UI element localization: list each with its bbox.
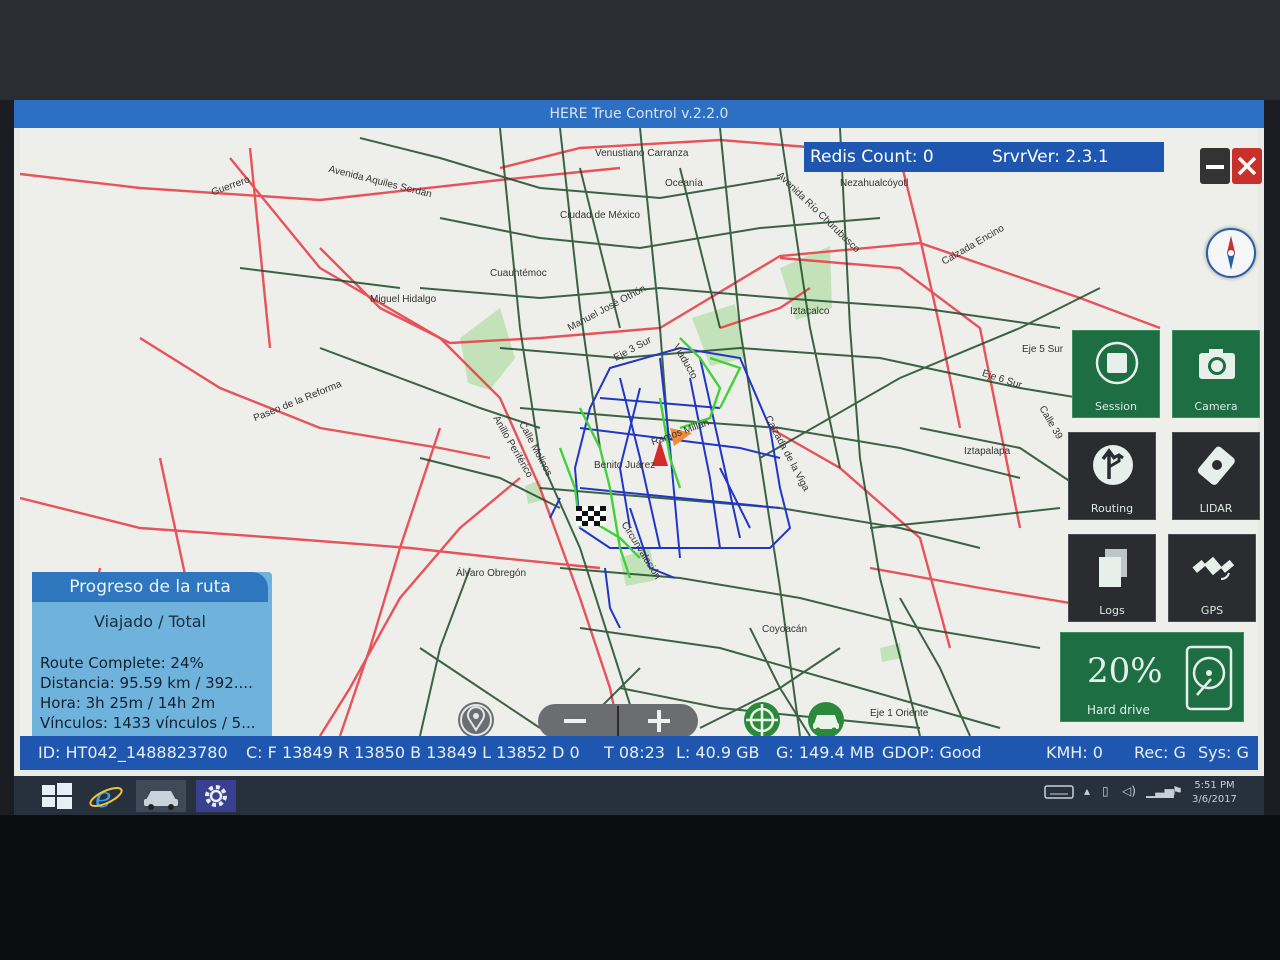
- windows-logo-icon: [42, 783, 72, 809]
- true-control-app-button[interactable]: [136, 780, 186, 812]
- app-window: HERE True Control v.2.2.0 Venustiano Car…: [14, 100, 1264, 815]
- sys-status: Sys: G: [1198, 743, 1249, 762]
- chevron-up-icon[interactable]: ▴: [1084, 784, 1090, 798]
- close-icon: [1237, 156, 1257, 176]
- pin-location-button[interactable]: [455, 700, 497, 736]
- map-label: Iztacalco: [790, 306, 830, 317]
- camera-icon: [1199, 349, 1235, 379]
- session-label: Session: [1095, 400, 1137, 413]
- camera-label: Camera: [1194, 400, 1238, 413]
- map-label: Eje 5 Sur: [1022, 344, 1064, 355]
- progress-subtitle: Viajado / Total: [94, 612, 206, 631]
- lidar-icon: [1197, 446, 1235, 485]
- close-button[interactable]: [1232, 148, 1262, 184]
- hora-text: Hora: 3h 25m / 14h 2m: [40, 694, 216, 712]
- window-title: HERE True Control v.2.2.0: [14, 100, 1264, 128]
- map-label: Cuauhtémoc: [490, 268, 547, 279]
- monitor-bezel-top: [0, 0, 1280, 100]
- map-label: Oceanía: [665, 178, 703, 189]
- hard-drive-icon: [1185, 645, 1233, 711]
- session-button[interactable]: Session: [1072, 330, 1160, 418]
- power-icon[interactable]: ▯: [1102, 784, 1109, 798]
- map-label: Eje 1 Oriente: [870, 708, 929, 719]
- documents-icon: [1099, 549, 1127, 587]
- center-position-button[interactable]: [740, 700, 784, 736]
- monitor-bezel-bottom: [0, 815, 1280, 960]
- routing-button[interactable]: Routing: [1068, 432, 1156, 520]
- elapsed-time: T 08:23: [604, 743, 665, 762]
- compass-icon: [1227, 236, 1235, 270]
- server-info-bar: Redis Count: 0 SrvrVer: 2.3.1: [804, 142, 1164, 172]
- minimize-icon: [1206, 165, 1224, 169]
- device-id: ID: HT042_1488823780: [38, 743, 228, 762]
- routing-arrow-icon: [1093, 445, 1133, 485]
- lidar-button[interactable]: LIDAR: [1172, 432, 1260, 520]
- signal-icon[interactable]: ▁▃▅: [1146, 784, 1174, 798]
- logs-button[interactable]: Logs: [1068, 534, 1156, 622]
- stop-icon: [1095, 341, 1139, 385]
- car-icon: [808, 702, 844, 736]
- clock-time: 5:51 PM: [1194, 780, 1235, 791]
- compass-button[interactable]: [1206, 228, 1256, 278]
- follow-vehicle-button[interactable]: [804, 700, 848, 736]
- zoom-control: [538, 700, 698, 736]
- frame-counters: C: F 13849 R 13850 B 13849 L 13852 D 0: [246, 743, 580, 762]
- route-progress-panel: Progreso de la ruta Viajado / Total Rout…: [32, 572, 272, 736]
- hard-drive-percent: 20%: [1087, 651, 1163, 691]
- car-app-icon: [144, 791, 178, 810]
- minus-icon: [564, 719, 586, 723]
- plus-icon: [648, 710, 670, 732]
- satellite-icon: [1192, 556, 1235, 580]
- local-storage: L: 40.9 GB: [676, 743, 760, 762]
- hard-drive-label: Hard drive: [1087, 703, 1150, 717]
- keyboard-icon[interactable]: [1044, 784, 1074, 803]
- gps-storage: G: 149.4 MB: [776, 743, 875, 762]
- map-label: Álvaro Obregón: [456, 568, 527, 579]
- routing-label: Routing: [1090, 502, 1134, 515]
- system-clock[interactable]: 5:51 PM 3/6/2017: [1192, 779, 1237, 807]
- route-complete-text: Route Complete: 24%: [40, 654, 204, 672]
- progress-title: Progreso de la ruta: [32, 572, 268, 602]
- internet-explorer-icon: e: [89, 781, 123, 814]
- zoom-in-button[interactable]: [618, 700, 698, 736]
- gps-label: GPS: [1200, 604, 1224, 617]
- clock-date: 3/6/2017: [1192, 794, 1237, 805]
- rec-status: Rec: G: [1134, 743, 1186, 762]
- internet-explorer-button[interactable]: e: [86, 780, 126, 814]
- flag-icon[interactable]: ⚑: [1172, 784, 1183, 798]
- map-label: Iztapalapa: [964, 446, 1011, 457]
- volume-icon[interactable]: ◁): [1122, 784, 1136, 798]
- gear-icon: [205, 785, 227, 807]
- windows-taskbar: e ▴ ▯ ◁) ▁▃▅ ⚑ 5:51 PM 3/6/2017: [14, 776, 1264, 815]
- gdop-status: GDOP: Good: [882, 743, 982, 762]
- hard-drive-status[interactable]: 20% Hard drive: [1060, 632, 1244, 722]
- location-pin-icon: [458, 702, 494, 736]
- settings-button[interactable]: [196, 780, 236, 812]
- camera-button[interactable]: Camera: [1172, 330, 1260, 418]
- minimize-button[interactable]: [1200, 148, 1230, 184]
- map-label: Benito Juárez: [594, 460, 656, 471]
- vinculos-text: Vínculos: 1433 vínculos / 5...: [40, 714, 256, 732]
- speed-kmh: KMH: 0: [1046, 743, 1103, 762]
- start-button[interactable]: [36, 780, 76, 812]
- map-label: Nezahualcóyotl: [840, 178, 909, 189]
- crosshair-icon: [744, 702, 780, 736]
- lidar-label: LIDAR: [1199, 502, 1233, 515]
- distance-text: Distancia: 95.59 km / 392....: [40, 674, 253, 692]
- map-label: Coyoacán: [762, 624, 808, 635]
- svg-text:e: e: [95, 781, 112, 812]
- logs-label: Logs: [1099, 604, 1125, 617]
- zoom-out-button[interactable]: [538, 700, 618, 736]
- map-label: Venustiano Carranza: [595, 148, 689, 159]
- status-bar: ID: HT042_1488823780 C: F 13849 R 13850 …: [20, 736, 1258, 770]
- redis-count: Redis Count: 0: [810, 147, 934, 167]
- gps-button[interactable]: GPS: [1168, 534, 1256, 622]
- server-version: SrvrVer: 2.3.1: [992, 147, 1109, 167]
- map-label: Miguel Hidalgo: [370, 294, 437, 305]
- map-label: Ciudad de México: [560, 210, 641, 221]
